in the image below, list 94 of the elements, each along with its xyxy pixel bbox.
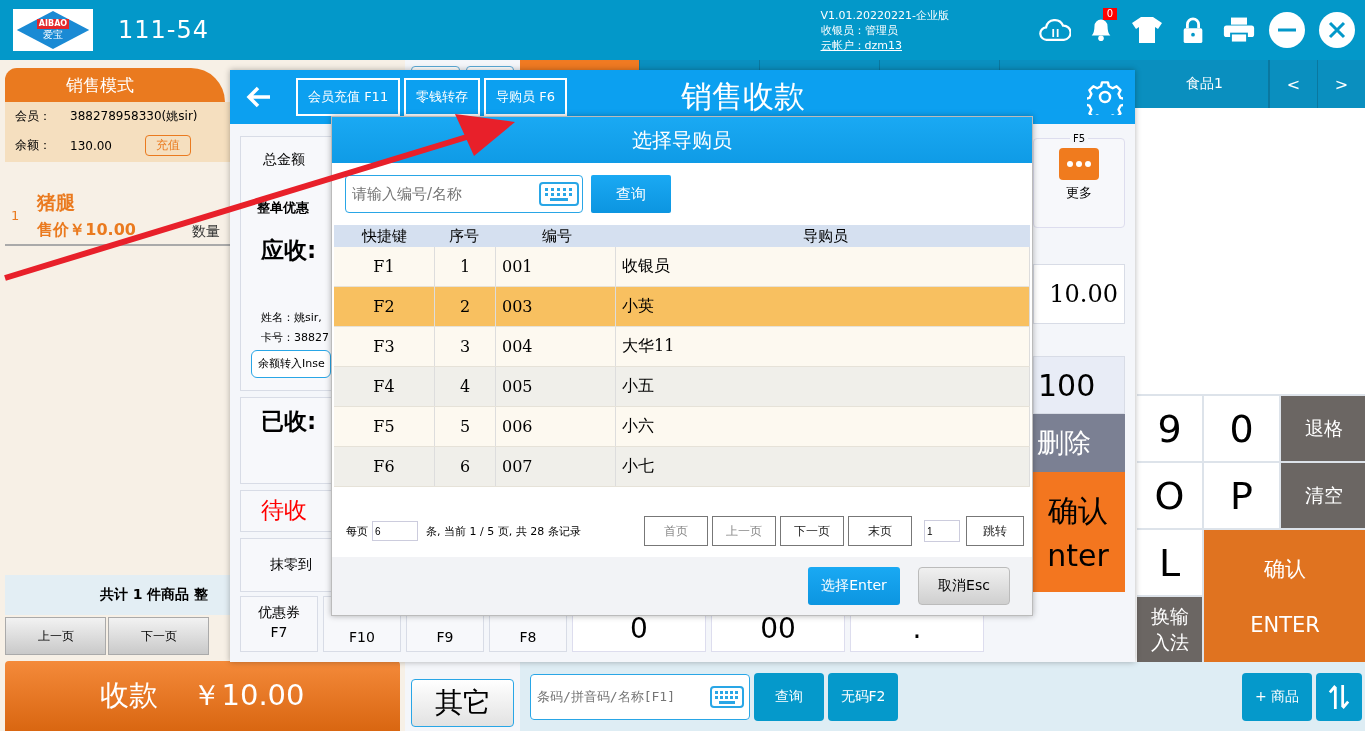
received-label: 已收: xyxy=(261,406,318,436)
discount-label: 整单优惠 xyxy=(257,199,310,217)
pagination-button[interactable]: 下一页 xyxy=(780,516,844,546)
table-cell: F5 xyxy=(334,407,435,446)
page-size-input[interactable]: 6 xyxy=(372,521,418,541)
table-cell: 2 xyxy=(435,287,496,326)
quantity-label: 数量 xyxy=(192,223,221,241)
table-cell: 小七 xyxy=(616,447,1030,486)
column-header: 序号 xyxy=(448,225,480,247)
table-row[interactable]: F3 3 004 大华11 xyxy=(334,327,1030,367)
balance-value: 130.00 xyxy=(70,138,113,153)
table-cell: 收银员 xyxy=(616,247,1030,286)
function-key[interactable]: 优惠券 F7 xyxy=(240,596,318,652)
column-header: 编号 xyxy=(541,225,573,247)
window-title: 111-54 xyxy=(118,16,209,44)
page-button[interactable]: 上一页 xyxy=(5,617,106,655)
printer-icon[interactable] xyxy=(1223,16,1255,44)
item-price: 售价￥10.00 xyxy=(37,220,137,241)
dialog-title: 选择导购员 xyxy=(632,126,732,154)
page-number-input[interactable]: 1 xyxy=(924,520,960,542)
item-index: 1 xyxy=(11,208,20,223)
other-button[interactable]: 其它 xyxy=(411,679,514,727)
table-cell: F4 xyxy=(334,367,435,406)
table-row[interactable]: F1 1 001 收银员 xyxy=(334,247,1030,287)
table-cell: 大华11 xyxy=(616,327,1030,366)
table-cell: 1 xyxy=(435,247,496,286)
table-cell: 003 xyxy=(496,287,616,326)
version-text: V1.01.20220221-企业版 xyxy=(820,7,949,23)
more-icon xyxy=(1059,148,1099,180)
keyboard-icon[interactable] xyxy=(710,685,744,708)
balance-transfer-button[interactable]: 余额转入Inse xyxy=(251,349,331,378)
table-cell: 3 xyxy=(435,327,496,366)
item-name: 猪腿 xyxy=(37,190,77,215)
logo: AIBAO 爱宝 xyxy=(13,9,93,51)
table-row[interactable]: F6 6 007 小七 xyxy=(334,447,1030,487)
table-cell: F2 xyxy=(334,287,435,326)
keypad-action-key[interactable]: 换输入法 xyxy=(1137,597,1202,662)
close-icon[interactable] xyxy=(1319,12,1355,48)
table-cell: 小六 xyxy=(616,407,1030,446)
keypad-key[interactable]: 0 xyxy=(1204,396,1279,461)
payment-window-title: 销售收款 xyxy=(681,77,806,116)
card-number: 卡号：38827 xyxy=(261,329,330,345)
quick-amount-button[interactable]: 100 xyxy=(1033,356,1125,414)
barcode-search-field[interactable]: 条码/拼音码/名称[F1] xyxy=(530,673,750,720)
table-row[interactable]: F5 5 006 小六 xyxy=(334,407,1030,447)
cashier-text: 收银员：管理员 xyxy=(820,22,899,38)
page-size-label: 每页 xyxy=(346,523,368,539)
pending-label: 待收 xyxy=(261,496,308,526)
table-row[interactable]: F4 4 005 小五 xyxy=(334,367,1030,407)
table-cell: 小五 xyxy=(616,367,1030,406)
keypad-key[interactable]: L xyxy=(1137,530,1202,595)
page-button[interactable]: 下一页 xyxy=(108,617,209,655)
table-cell: F1 xyxy=(334,247,435,286)
table-cell: 小英 xyxy=(616,287,1030,326)
table-cell: 6 xyxy=(435,447,496,486)
notification-badge: 0 xyxy=(1102,8,1117,20)
member-name: 姓名：姚sir, xyxy=(261,309,323,325)
rounding-label: 抹零到 xyxy=(270,556,312,574)
table-cell: 004 xyxy=(496,327,616,366)
keyboard-icon[interactable] xyxy=(539,182,579,206)
pagination-button[interactable]: 末页 xyxy=(848,516,912,546)
keypad-key[interactable]: P xyxy=(1204,463,1279,528)
keypad-action-key[interactable]: 清空 xyxy=(1281,463,1365,528)
table-cell: 006 xyxy=(496,407,616,446)
settings-icon[interactable] xyxy=(1087,79,1123,115)
page-info-text: 条, 当前 1 / 5 页, 共 28 条记录 xyxy=(426,523,581,539)
table-row[interactable]: F2 2 003 小英 xyxy=(334,287,1030,327)
summary-text: 共计 1 件商品 整 xyxy=(100,586,209,604)
shirt-icon[interactable] xyxy=(1131,16,1163,44)
delete-button[interactable]: 删除 xyxy=(1033,414,1125,472)
shortcut-label: F5 xyxy=(1069,133,1089,144)
table-cell: 5 xyxy=(435,407,496,446)
keypad-key[interactable]: O xyxy=(1137,463,1202,528)
table-cell: F3 xyxy=(334,327,435,366)
member-value: 388278958330(姚sir) xyxy=(70,108,199,125)
more-label: 更多 xyxy=(1066,184,1092,202)
member-label: 会员： xyxy=(15,108,52,125)
keypad-key[interactable]: 9 xyxy=(1137,396,1202,461)
cancel-button[interactable]: 取消Esc xyxy=(918,567,1010,605)
swap-button[interactable] xyxy=(1316,672,1362,721)
amount-field[interactable]: 10.00 xyxy=(1033,264,1125,324)
balance-label: 余额： xyxy=(15,137,52,154)
table-cell: 001 xyxy=(496,247,616,286)
table-cell: 4 xyxy=(435,367,496,406)
back-arrow-icon[interactable] xyxy=(246,86,272,108)
table-cell: 007 xyxy=(496,447,616,486)
confirm-button[interactable]: 确认 nter xyxy=(1033,472,1125,592)
cloud-icon[interactable] xyxy=(1039,16,1071,44)
table-cell: F6 xyxy=(334,447,435,486)
keypad-action-key[interactable]: 退格 xyxy=(1281,396,1365,461)
jump-button[interactable]: 跳转 xyxy=(966,516,1024,546)
minimize-icon[interactable] xyxy=(1269,12,1305,48)
column-header: 导购员 xyxy=(801,225,849,247)
table-cell: 005 xyxy=(496,367,616,406)
